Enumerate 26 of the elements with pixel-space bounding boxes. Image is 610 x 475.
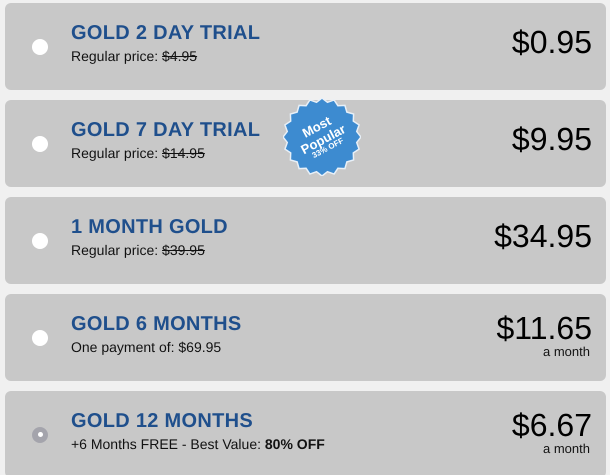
plan-note: +6 Months FREE - Best Value: 80% OFF [71, 436, 325, 452]
plan-card[interactable]: GOLD 2 DAY TRIAL Regular price: $4.95 $0.95 [5, 3, 606, 90]
plan-title: GOLD 7 DAY TRIAL [71, 118, 260, 142]
plan-price: $9.95 [512, 121, 592, 158]
plan-price: $34.95 [494, 218, 592, 255]
radio-button[interactable] [32, 38, 48, 54]
plan-title: GOLD 2 DAY TRIAL [71, 22, 260, 44]
radio-button[interactable] [32, 426, 48, 442]
plan-note: Regular price: $39.95 [71, 242, 206, 258]
radio-button[interactable] [32, 232, 48, 248]
radio-button[interactable] [32, 330, 48, 346]
plan-card[interactable]: GOLD 12 MONTHS +6 Months FREE - Best Value: 80% OFF $6.67 a month [5, 391, 606, 475]
radio-button[interactable] [32, 136, 48, 152]
plan-price: $0.95 [512, 24, 592, 61]
plan-note: Regular price: $14.95 [71, 144, 206, 160]
price-period: a month [543, 442, 590, 454]
plan-price: $11.65 [496, 310, 592, 346]
plan-note: Regular price: $4.95 [71, 48, 198, 64]
plan-title: GOLD 6 MONTHS [71, 312, 242, 336]
plan-title: 1 MONTH GOLD [71, 216, 228, 238]
plan-title: GOLD 12 MONTHS [71, 410, 254, 432]
plan-note: One payment of: $69.95 [71, 338, 222, 354]
plan-card[interactable]: 1 MONTH GOLD Regular price: $39.95 $34.95 [5, 197, 606, 284]
plan-price: $6.67 [512, 406, 592, 444]
plan-card[interactable]: GOLD 6 MONTHS One payment of: $69.95 $11.65 a month [5, 294, 606, 381]
price-period: a month [543, 344, 590, 358]
